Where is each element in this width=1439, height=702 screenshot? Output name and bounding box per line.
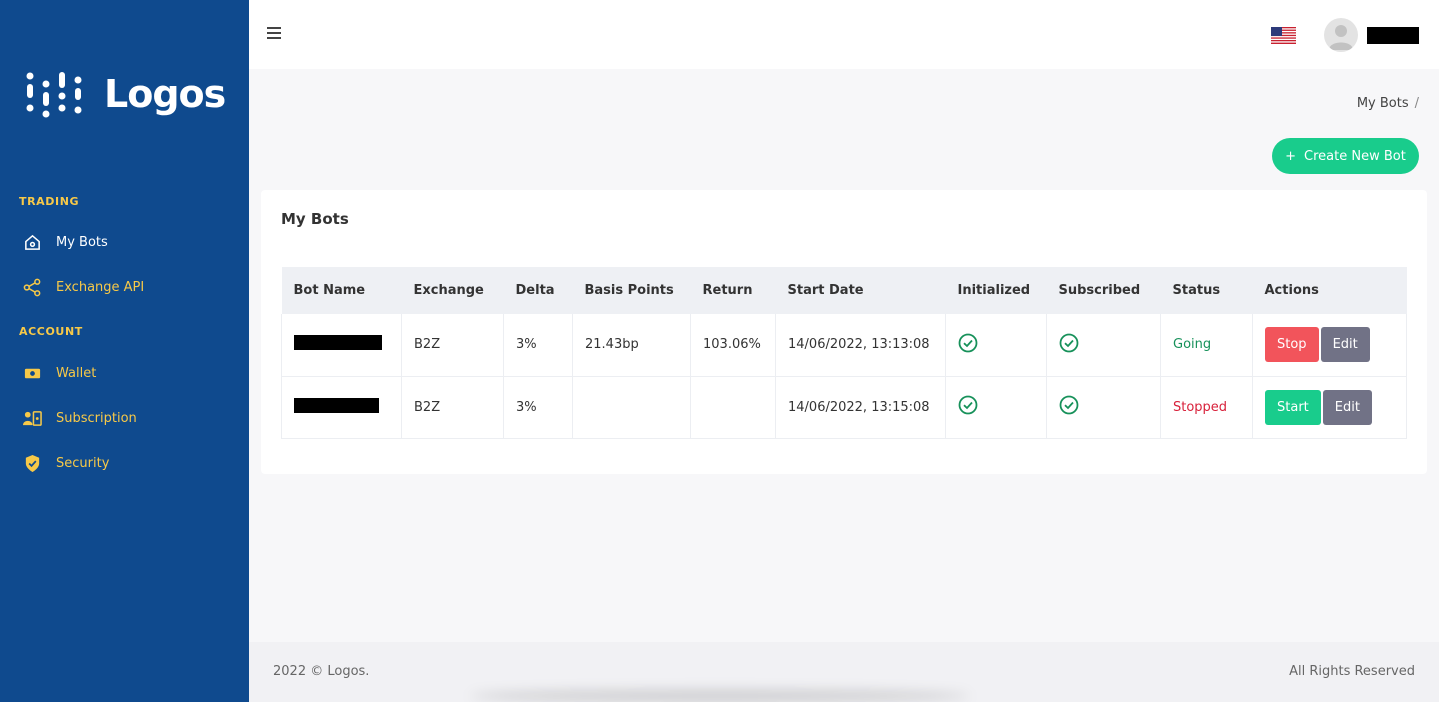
subscription-icon xyxy=(23,411,42,426)
sidebar-item-exchange-api[interactable]: Exchange API xyxy=(23,278,144,297)
return-cell xyxy=(690,376,776,438)
subscribed-cell xyxy=(1046,376,1161,438)
breadcrumb: My Bots / xyxy=(1357,96,1419,111)
col-start-date: Start Date xyxy=(787,283,864,298)
table-row: B2Z 3% 21.43bp 103.06% 14/06/2022, 13:13… xyxy=(281,314,1407,376)
footer-rights: All Rights Reserved xyxy=(1289,664,1415,679)
sidebar-item-subscription[interactable]: Subscription xyxy=(23,409,137,428)
initialized-cell xyxy=(945,314,1047,376)
card-title: My Bots xyxy=(281,210,349,228)
sidebar-item-label: Wallet xyxy=(56,366,97,381)
bot-name-cell xyxy=(281,314,402,376)
create-new-bot-label: Create New Bot xyxy=(1304,148,1406,164)
sidebar-item-wallet[interactable]: Wallet xyxy=(23,364,96,383)
logo[interactable]: Logos xyxy=(26,70,226,118)
status-badge: Going xyxy=(1160,314,1253,376)
return-cell: 103.06% xyxy=(690,314,776,376)
check-circle-icon xyxy=(958,395,978,415)
breadcrumb-current[interactable]: My Bots xyxy=(1357,96,1409,111)
sidebar-item-my-bots[interactable]: My Bots xyxy=(23,233,108,252)
bottom-shadow xyxy=(470,690,970,702)
col-delta: Delta xyxy=(515,283,555,298)
sidebar-item-label: Security xyxy=(56,456,110,471)
stop-button[interactable]: Stop xyxy=(1265,327,1319,363)
topbar xyxy=(249,0,1439,69)
col-bot-name: Bot Name xyxy=(293,283,366,298)
basis-points-cell xyxy=(572,376,691,438)
home-icon xyxy=(25,234,40,250)
exchange-cell: B2Z xyxy=(401,376,504,438)
delta-cell: 3% xyxy=(503,376,573,438)
col-subscribed: Subscribed xyxy=(1058,283,1141,298)
create-new-bot-button[interactable]: + Create New Bot xyxy=(1272,138,1419,174)
col-basis-points: Basis Points xyxy=(584,283,674,298)
bots-card: My Bots Bot Name Exchange Delta Basis Po… xyxy=(261,190,1427,474)
check-circle-icon xyxy=(958,333,978,353)
actions-cell: Stop Edit xyxy=(1252,314,1407,376)
avatar-icon xyxy=(1329,25,1353,50)
sidebar-item-security[interactable]: Security xyxy=(23,454,109,473)
bot-name-redacted xyxy=(294,397,379,413)
check-circle-icon xyxy=(1059,395,1079,415)
start-button[interactable]: Start xyxy=(1265,389,1321,425)
col-exchange: Exchange xyxy=(413,283,484,298)
subscribed-cell xyxy=(1046,314,1161,376)
check-circle-icon xyxy=(1059,333,1079,353)
table-header-row: Bot Name Exchange Delta Basis Points Ret… xyxy=(281,267,1407,314)
section-trading: TRADING xyxy=(19,195,80,208)
us-flag-icon[interactable] xyxy=(1271,27,1296,44)
avatar[interactable] xyxy=(1324,18,1358,52)
section-account: ACCOUNT xyxy=(19,325,83,338)
wallet-icon xyxy=(24,368,41,379)
plus-icon: + xyxy=(1285,148,1297,164)
sidebar-item-label: Subscription xyxy=(56,411,137,426)
col-initialized: Initialized xyxy=(957,283,1031,298)
logo-mark-icon xyxy=(26,72,82,118)
edit-button[interactable]: Edit xyxy=(1322,389,1372,425)
logo-text: Logos xyxy=(104,72,226,116)
sidebar-item-label: My Bots xyxy=(56,235,108,250)
shield-icon xyxy=(25,454,40,473)
edit-button[interactable]: Edit xyxy=(1320,327,1370,363)
table-row: B2Z 3% 14/06/2022, 13:15:08 Stopped Star… xyxy=(281,376,1407,438)
col-actions: Actions xyxy=(1264,283,1319,298)
delta-cell: 3% xyxy=(503,314,573,376)
sidebar: Logos TRADING My Bots Exchange API ACCOU… xyxy=(0,0,249,702)
footer-copyright: 2022 © Logos. xyxy=(273,664,370,679)
bots-table: Bot Name Exchange Delta Basis Points Ret… xyxy=(281,267,1407,439)
status-badge: Stopped xyxy=(1160,376,1253,438)
initialized-cell xyxy=(945,376,1047,438)
sidebar-item-label: Exchange API xyxy=(56,280,145,295)
actions-cell: Start Edit xyxy=(1252,376,1407,438)
start-date-cell: 14/06/2022, 13:15:08 xyxy=(775,376,946,438)
col-return: Return xyxy=(702,283,753,298)
username-redacted[interactable] xyxy=(1367,27,1419,44)
hamburger-icon[interactable] xyxy=(267,24,283,44)
start-date-cell: 14/06/2022, 13:13:08 xyxy=(775,314,946,376)
bot-name-cell xyxy=(281,376,402,438)
breadcrumb-separator: / xyxy=(1414,96,1419,111)
share-icon xyxy=(23,278,41,297)
exchange-cell: B2Z xyxy=(401,314,504,376)
col-status: Status xyxy=(1172,283,1221,298)
bot-name-redacted xyxy=(294,335,382,351)
basis-points-cell: 21.43bp xyxy=(572,314,691,376)
